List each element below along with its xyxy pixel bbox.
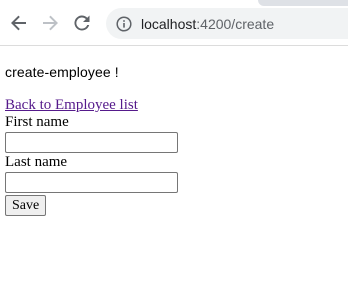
browser-toolbar: localhost:4200/create [0, 0, 348, 46]
reload-button[interactable] [72, 13, 92, 33]
reload-icon [74, 15, 90, 31]
first-name-input[interactable] [5, 132, 178, 153]
forward-button[interactable] [40, 13, 60, 33]
page-title: create-employee ! [5, 64, 119, 80]
address-bar[interactable]: localhost:4200/create [106, 8, 348, 39]
url-host: localhost [141, 15, 197, 32]
info-icon[interactable] [116, 15, 132, 32]
arrow-right-icon [43, 15, 58, 31]
tab-strip [258, 0, 348, 6]
last-name-label: Last name [5, 154, 68, 170]
back-to-employee-list-link[interactable]: Back to Employee list [5, 97, 138, 114]
create-employee-form: First name Last name Save [5, 114, 343, 216]
save-button[interactable]: Save [5, 195, 47, 216]
url-path: :4200/create [196, 15, 275, 32]
url-text: localhost:4200/create [141, 16, 274, 32]
arrow-left-icon [11, 15, 26, 31]
first-name-label: First name [5, 114, 69, 130]
back-button[interactable] [9, 13, 29, 33]
page-content: create-employee ! Back to Employee list … [0, 64, 348, 216]
last-name-input[interactable] [5, 172, 178, 193]
